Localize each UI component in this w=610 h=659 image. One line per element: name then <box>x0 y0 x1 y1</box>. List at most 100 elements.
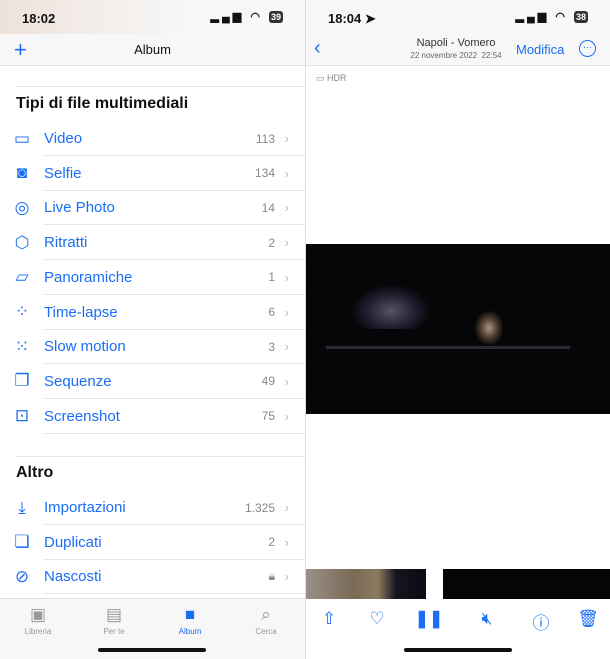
more-icon[interactable]: ··· <box>579 40 596 57</box>
album-row-nascosti[interactable]: ⊘ Nascosti 🔒︎ › <box>0 559 305 595</box>
status-time: 18:02 <box>22 11 56 26</box>
for-you-icon: ▤ <box>105 605 123 624</box>
video-frame[interactable] <box>306 244 610 414</box>
chevron-right-icon: › <box>284 534 289 550</box>
chevron-right-icon: › <box>284 235 289 251</box>
status-indicators: ▂▄▆ ◠ 38 <box>515 11 588 23</box>
photo-viewer: 18:04 ➤ ▂▄▆ ◠ 38 ‹ Napoli - Vomero 22 no… <box>305 0 610 659</box>
home-indicator <box>98 648 206 652</box>
album-icon: ■ <box>184 605 196 624</box>
tab-library[interactable]: ▣ Libreria <box>0 605 76 636</box>
edit-button[interactable]: Modifica <box>516 42 564 57</box>
tab-for-you[interactable]: ▤ Per te <box>76 605 152 636</box>
back-chevron-icon[interactable]: ‹ <box>314 37 321 60</box>
filmstrip[interactable] <box>306 569 610 599</box>
album-count: 2 <box>268 235 275 250</box>
tab-bar: ▣ Libreria ▤ Per te ■ Album ⌕ Cerca <box>0 598 305 659</box>
album-count: 14 <box>261 200 275 215</box>
hdr-badge: ▭ HDR <box>316 73 347 84</box>
tab-search[interactable]: ⌕ Cerca <box>228 605 304 636</box>
tab-album[interactable]: ■ Album <box>152 605 228 636</box>
status-time: 18:04 ➤ <box>328 11 376 27</box>
album-count: 3 <box>268 339 275 354</box>
heart-icon[interactable]: ♡ <box>362 609 392 629</box>
chevron-right-icon: › <box>284 200 289 216</box>
chevron-right-icon: › <box>284 269 289 285</box>
chevron-right-icon: › <box>284 304 289 320</box>
status-bar: 18:04 ➤ ▂▄▆ ◠ 38 <box>306 0 610 34</box>
album-row-time-lapse[interactable]: ⁘ Time-lapse 6 › <box>0 295 305 330</box>
battery-level: 39 <box>268 11 283 23</box>
battery-level: 38 <box>573 11 588 23</box>
album-label: Ritratti <box>44 225 305 261</box>
duplicate-icon: ❏ <box>14 532 30 552</box>
location-icon: ➤ <box>364 11 376 26</box>
pause-icon[interactable]: ❚❚ <box>414 609 444 629</box>
filmstrip-current <box>441 569 610 599</box>
filmstrip-thumbs <box>306 569 426 599</box>
home-indicator <box>404 648 512 652</box>
album-row-panoramiche[interactable]: ▱ Panoramiche 1 › <box>0 260 305 295</box>
album-row-selfie[interactable]: ◙ Selfie 134 › <box>0 156 305 191</box>
singer-figure <box>474 310 504 346</box>
album-count: 113 <box>255 131 275 146</box>
slowmo-icon: ⁙ <box>14 336 30 356</box>
photo-date: 22 novembre 2022 22:54 <box>410 51 502 60</box>
hdr-label: HDR <box>327 73 347 83</box>
share-icon[interactable]: ⇧ <box>314 609 344 629</box>
album-row-sequenze[interactable]: ❐ Sequenze 49 › <box>0 364 305 399</box>
mute-icon[interactable]: 🔇︎ <box>472 609 502 629</box>
burst-icon: ❐ <box>14 371 30 391</box>
album-count: 49 <box>261 374 275 389</box>
album-count: 1.325 <box>244 500 275 515</box>
album-count: 1 <box>268 270 275 285</box>
album-count: 134 <box>254 166 275 181</box>
album-count: 75 <box>261 409 275 424</box>
trash-icon[interactable]: 🗑︎ <box>573 609 603 629</box>
photos-icon: ▣ <box>29 605 47 624</box>
section-title: Tipi di file multimediali <box>16 95 189 112</box>
chevron-right-icon: › <box>284 500 289 515</box>
chevron-right-icon: › <box>284 165 289 181</box>
cube-icon: ⬡ <box>14 232 30 252</box>
panorama-icon: ▱ <box>15 267 29 287</box>
album-label: Slow motion <box>44 329 305 365</box>
section-title: Altro <box>16 464 54 481</box>
live-photo-icon: ◎ <box>14 197 30 217</box>
lock-icon: 🔒︎ <box>268 569 275 584</box>
display-icon: ▭ <box>316 73 325 83</box>
page-title: Album <box>134 42 171 57</box>
album-label: Panoramiche <box>44 260 305 295</box>
album-count: 6 <box>268 305 275 319</box>
piano-figure <box>351 284 431 329</box>
tab-label: Libreria <box>24 627 52 636</box>
album-label: Nascosti <box>44 559 305 595</box>
album-row-live-photo[interactable]: ◎ Live Photo 14 › <box>0 190 305 226</box>
status-indicators: ▂▄▆ ◠ 39 <box>210 11 283 23</box>
tab-label: Cerca <box>255 627 277 636</box>
album-row-screenshot[interactable]: ⊡ Screenshot 75 › <box>0 399 305 434</box>
album-row-duplicati[interactable]: ❏ Duplicati 2 › <box>0 525 305 560</box>
chevron-right-icon: › <box>284 339 289 355</box>
screenshot-icon: ⊡ <box>14 406 30 426</box>
album-row-slow-motion[interactable]: ⁙ Slow motion 3 › <box>0 329 305 365</box>
chevron-right-icon: › <box>284 373 289 389</box>
stage <box>326 346 570 349</box>
album-label: Duplicati <box>44 525 305 560</box>
info-icon[interactable]: ⓘ <box>526 609 556 634</box>
eye-slash-icon: ⊘ <box>14 566 30 586</box>
albums-screen: 18:02 ▂▄▆ ◠ 39 + Album Tipi di file mult… <box>0 0 305 659</box>
album-row-importazioni[interactable]: ⤓ Importazioni 1.325 › <box>0 490 305 525</box>
video-icon: ▭ <box>13 128 31 148</box>
nav-bar: + Album <box>0 34 305 66</box>
tab-label: Per te <box>103 627 125 636</box>
status-bar: 18:02 ▂▄▆ ◠ 39 <box>0 0 305 34</box>
nav-bar: ‹ Napoli - Vomero 22 novembre 2022 22:54… <box>306 34 610 66</box>
album-label: Time-lapse <box>44 295 305 330</box>
selfie-icon: ◙ <box>16 163 28 183</box>
album-count: 2 <box>268 535 275 550</box>
photo-location: Napoli - Vomero <box>416 37 496 49</box>
time-text: 18:04 <box>328 11 362 26</box>
album-row-video[interactable]: ▭ Video 113 › <box>0 121 305 156</box>
album-row-ritratti[interactable]: ⬡ Ritratti 2 › <box>0 225 305 261</box>
